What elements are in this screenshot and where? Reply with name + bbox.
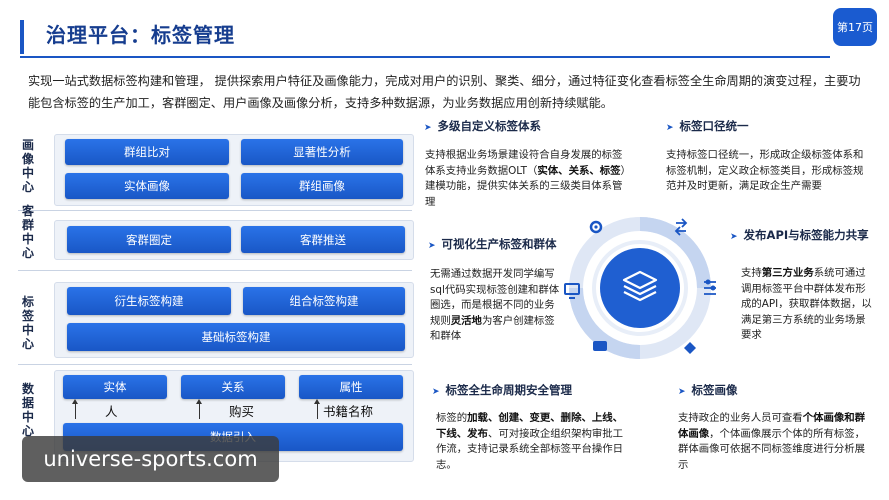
bullet-arrow-icon: ➤: [432, 387, 440, 397]
desc-bold: 第三方业务: [761, 267, 814, 279]
title-underline: [20, 56, 830, 58]
desc-text: 支持政企的业务人员可查看: [678, 412, 803, 424]
bullet-arrow-icon: ➤: [424, 123, 432, 133]
entity-button[interactable]: 实体: [63, 375, 167, 399]
gear-icon: [589, 220, 603, 234]
group-compare-button[interactable]: 群组比对: [65, 139, 229, 165]
feature-title: 标签画像: [691, 383, 738, 397]
feature-title: 标签口径统一: [679, 119, 749, 133]
group-push-button[interactable]: 客群推送: [241, 226, 405, 253]
feature-lifecycle-security: ➤ 标签全生命周期安全管理: [432, 382, 652, 400]
significance-analysis-button[interactable]: 显著性分析: [241, 139, 403, 165]
feature-desc: 标签的加载、创建、变更、删除、上线、下线、发布、可对接政企组织架构审批工作流，支…: [436, 411, 630, 473]
desc-bold: 灵活地: [450, 314, 482, 327]
section-divider: [18, 364, 412, 365]
desc-bold: 实体、关系、标签: [537, 164, 621, 177]
database-icon: [593, 341, 607, 351]
combined-tag-build-button[interactable]: 组合标签构建: [243, 287, 405, 315]
feature-multilevel-tag-system: ➤ 多级自定义标签体系: [424, 118, 644, 136]
section-label-data: 数据中心: [18, 382, 38, 438]
up-arrow-icon: [72, 399, 78, 419]
relation-button[interactable]: 关系: [181, 375, 285, 399]
feature-desc: 支持根据业务场景建设符合自身发展的标签体系支持业务数据OLT（实体、关系、标签）…: [425, 148, 627, 210]
feature-tag-portrait: ➤ 标签画像: [678, 382, 858, 400]
section-label-portrait: 画像中心: [18, 138, 38, 194]
attribute-button[interactable]: 属性: [299, 375, 403, 399]
feature-title: 多级自定义标签体系: [437, 119, 542, 133]
page-number-badge: 第17页: [833, 8, 877, 46]
up-arrow-icon: [314, 399, 320, 419]
group-define-button[interactable]: 客群圈定: [67, 226, 231, 253]
title-accent-bar: [20, 20, 24, 54]
section-label-text: 画像中心: [21, 138, 34, 194]
feature-desc: 支持标签口径统一，形成政企级标签体系和标签机制，定义政企标签类目，形成标签规范并…: [666, 149, 864, 192]
entity-label-purchase: 购买: [229, 404, 255, 419]
entity-portrait-button[interactable]: 实体画像: [65, 173, 229, 199]
feature-title: 标签全生命周期安全管理: [445, 383, 573, 397]
section-label-tag: 标签中心: [18, 295, 38, 351]
section-label-text: 标签中心: [21, 295, 34, 351]
feature-title: 可视化生产标签和群体: [441, 237, 557, 251]
page-title: 治理平台：标签管理: [46, 23, 235, 47]
section-label-text: 客群中心: [21, 204, 34, 260]
customer-group-center-panel: 客群圈定 客群推送: [54, 220, 414, 260]
group-portrait-button[interactable]: 群组画像: [241, 173, 403, 199]
feature-desc: 支持政企的业务人员可查看个体画像和群体画像，个体画像展示个体的所有标签，群体画像…: [678, 411, 874, 473]
watermark: universe-sports.com: [22, 436, 279, 482]
portrait-center-panel: 群组比对 显著性分析 实体画像 群组画像: [54, 134, 414, 206]
feature-title: 发布API与标签能力共享: [743, 228, 869, 242]
bullet-arrow-icon: ➤: [678, 387, 686, 397]
section-label-customer-group: 客群中心: [18, 204, 38, 260]
basic-tag-build-button[interactable]: 基础标签构建: [67, 323, 405, 351]
bullet-arrow-icon: ➤: [666, 123, 674, 133]
entity-label-book-name: 书籍名称: [323, 404, 374, 419]
entity-label-person: 人: [105, 404, 118, 419]
feature-api-sharing: ➤ 发布API与标签能力共享: [730, 227, 870, 245]
center-ring-graphic: [564, 217, 716, 359]
section-divider: [18, 210, 412, 211]
derived-tag-build-button[interactable]: 衍生标签构建: [67, 287, 231, 315]
tag-center-panel: 衍生标签构建 组合标签构建 基础标签构建: [54, 282, 414, 358]
section-divider: [18, 270, 412, 271]
section-label-text: 数据中心: [21, 382, 34, 438]
intro-paragraph: 实现一站式数据标签构建和管理， 提供探索用户特征及画像能力，完成对用户的识别、聚…: [28, 74, 861, 110]
feature-desc: 支持第三方业务系统可通过调用标签平台中群体发布形成的API，获取群体数据，以满足…: [741, 266, 873, 344]
up-arrow-icon: [196, 399, 202, 419]
feature-desc: 无需通过数据开发同学编写sql代码实现标签创建和群体圈选，而是根据不同的业务规则…: [430, 267, 562, 345]
desc-text: 标签的: [436, 412, 468, 424]
bullet-arrow-icon: ➤: [730, 232, 738, 242]
feature-unified-caliber: ➤ 标签口径统一: [666, 118, 886, 136]
bullet-arrow-icon: ➤: [428, 241, 436, 251]
desc-text: 支持: [741, 267, 762, 279]
diamond-icon: [684, 342, 696, 354]
